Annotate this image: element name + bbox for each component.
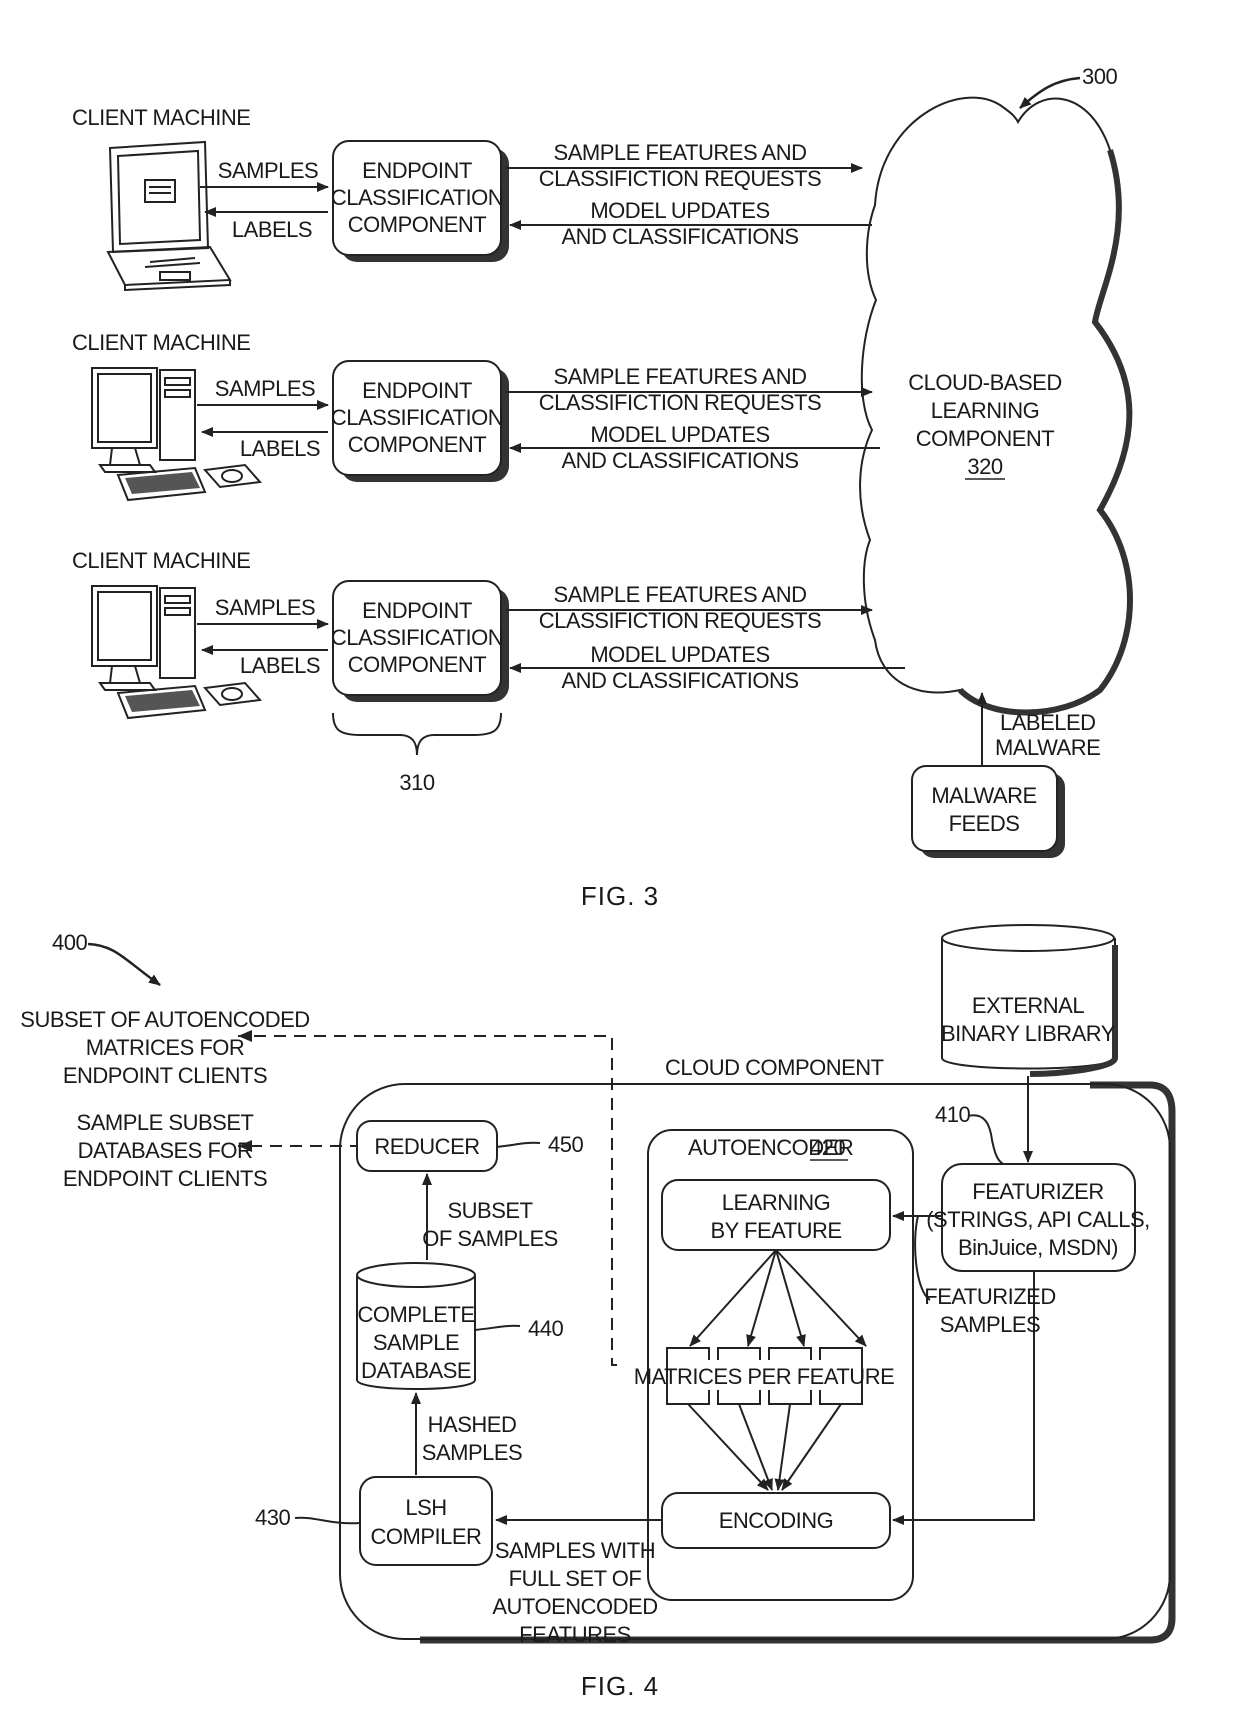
databases-output-line-1: SAMPLE SUBSET xyxy=(77,1110,254,1135)
external-library-line-1: EXTERNAL xyxy=(972,993,1084,1018)
labels-label: LABELS xyxy=(240,436,320,461)
reducer-ref: 450 xyxy=(548,1132,583,1157)
fig3-row-1: CLIENT MACHINE SAMPLES LABELS ENDPOINT C… xyxy=(72,105,872,292)
samples-label: SAMPLES xyxy=(215,376,315,401)
up-line-2: CLASSIFICTION REQUESTS xyxy=(539,390,821,415)
databases-output-line-3: ENDPOINT CLIENTS xyxy=(63,1166,267,1191)
endpoint-line-2: CLASSIFICATION xyxy=(331,185,503,210)
feature-arrow xyxy=(689,1249,777,1347)
up-line-2: CLASSIFICTION REQUESTS xyxy=(539,608,821,633)
endpoint-line-1: ENDPOINT xyxy=(362,158,472,183)
client-machine-label: CLIENT MACHINE xyxy=(72,548,250,573)
full-set-line-2: FULL SET OF xyxy=(509,1566,642,1591)
subset-line-1: SUBSET xyxy=(447,1198,532,1223)
malware-feeds-box xyxy=(911,765,1058,852)
matrices-output-line-1: SUBSET OF AUTOENCODED xyxy=(20,1007,309,1032)
down-line-1: MODEL UPDATES xyxy=(590,642,769,667)
endpoint-line-3: COMPONENT xyxy=(348,432,487,457)
down-line-2: AND CLASSIFICATIONS xyxy=(561,668,798,693)
ref-arrow-400 xyxy=(87,942,161,987)
malware-feeds-line-2: FEEDS xyxy=(949,811,1020,836)
malware-feeds-line-1: MALWARE xyxy=(931,783,1036,808)
fig3-row-2: CLIENT MACHINE SAMPLES LABELS ENDPOINT C… xyxy=(72,330,880,502)
database-line-3: DATABASE xyxy=(361,1358,471,1383)
featurizer-line-2: (STRINGS, API CALLS, xyxy=(926,1207,1150,1232)
endpoint-line-2: CLASSIFICATION xyxy=(331,405,503,430)
down-line-2: AND CLASSIFICATIONS xyxy=(561,448,798,473)
samples-label: SAMPLES xyxy=(215,595,315,620)
cloud-label-line-1: CLOUD-BASED xyxy=(908,370,1061,395)
featurizer-line-3: BinJuice, MSDN) xyxy=(958,1235,1118,1260)
fig3-ref-number: 300 xyxy=(1082,64,1117,89)
full-set-line-3: AUTOENCODED xyxy=(492,1594,657,1619)
lsh-ref: 430 xyxy=(255,1505,290,1530)
fig4-ref-number: 400 xyxy=(52,930,87,955)
database-ref: 440 xyxy=(528,1316,563,1341)
samples-label: SAMPLES xyxy=(218,158,318,183)
fig3: 300 CLOUD-BASED LEARNING COMPONENT 320 C… xyxy=(72,64,1133,911)
lsh-line-1: LSH xyxy=(405,1495,446,1520)
cloud-label-line-3: COMPONENT xyxy=(916,426,1055,451)
endpoint-line-2: CLASSIFICATION xyxy=(331,625,503,650)
cloud-ref: 320 xyxy=(967,454,1002,479)
up-line-1: SAMPLE FEATURES AND xyxy=(554,364,807,389)
up-line-1: SAMPLE FEATURES AND xyxy=(554,582,807,607)
featurized-line-1: FEATURIZED xyxy=(924,1284,1055,1309)
encoding-arrow xyxy=(774,1403,791,1491)
fig4-caption: FIG. 4 xyxy=(581,1671,659,1701)
up-line-1: SAMPLE FEATURES AND xyxy=(554,140,807,165)
hashed-line-2: SAMPLES xyxy=(422,1440,522,1465)
featurized-line-2: SAMPLES xyxy=(940,1312,1040,1337)
reducer-label: REDUCER xyxy=(374,1134,479,1159)
learning-line-2: BY FEATURE xyxy=(710,1218,841,1243)
bracket-310 xyxy=(332,712,502,756)
full-set-line-4: FEATURES xyxy=(519,1622,631,1647)
client-machine-label: CLIENT MACHINE xyxy=(72,105,250,130)
databases-output-line-2: DATABASES FOR xyxy=(78,1138,253,1163)
matrices-output-line-2: MATRICES FOR xyxy=(86,1035,245,1060)
cloud-label-line-2: LEARNING xyxy=(931,398,1039,423)
labels-label: LABELS xyxy=(240,653,320,678)
matrices-output-line-3: ENDPOINT CLIENTS xyxy=(63,1063,267,1088)
featurizer-line-1: FEATURIZER xyxy=(972,1179,1103,1204)
lsh-compiler-box xyxy=(359,1476,493,1566)
laptop-icon xyxy=(106,140,232,292)
endpoint-line-3: COMPONENT xyxy=(348,652,487,677)
encoding-label: ENCODING xyxy=(719,1508,834,1533)
hashed-line-1: HASHED xyxy=(428,1412,517,1437)
patent-figures: 300 CLOUD-BASED LEARNING COMPONENT 320 C… xyxy=(20,64,1176,1701)
external-library-line-2: BINARY LIBRARY xyxy=(941,1021,1116,1046)
learning-line-1: LEARNING xyxy=(722,1190,830,1215)
endpoint-line-3: COMPONENT xyxy=(348,212,487,237)
endpoint-line-1: ENDPOINT xyxy=(362,598,472,623)
labeled-malware-line-1: LABELED xyxy=(1000,710,1096,735)
matrices-label: MATRICES PER FEATURE xyxy=(634,1364,895,1389)
database-line-2: SAMPLE xyxy=(373,1330,459,1355)
database-line-1: COMPLETE xyxy=(357,1302,474,1327)
fig3-row-3: CLIENT MACHINE SAMPLES LABELS ENDPOINT C… xyxy=(72,548,905,720)
down-line-1: MODEL UPDATES xyxy=(590,198,769,223)
bracket-ref: 310 xyxy=(399,770,434,795)
lsh-line-2: COMPILER xyxy=(371,1524,482,1549)
encoding-arrow xyxy=(781,1403,842,1491)
full-set-line-1: SAMPLES WITH xyxy=(495,1538,655,1563)
labels-label: LABELS xyxy=(232,217,312,242)
fig3-caption: FIG. 3 xyxy=(581,881,659,911)
endpoint-line-1: ENDPOINT xyxy=(362,378,472,403)
down-line-1: MODEL UPDATES xyxy=(590,422,769,447)
cloud-learning-component: CLOUD-BASED LEARNING COMPONENT 320 xyxy=(859,96,1133,716)
fig4: 400 SUBSET OF AUTOENCODED MATRICES FOR E… xyxy=(20,924,1176,1701)
complete-sample-database: COMPLETE SAMPLE DATABASE xyxy=(356,1262,476,1390)
cloud-component-label: CLOUD COMPONENT xyxy=(665,1055,884,1080)
matrices-per-feature: MATRICES PER FEATURE xyxy=(634,1347,895,1405)
up-line-2: CLASSIFICTION REQUESTS xyxy=(539,166,821,191)
labeled-malware-line-2: MALWARE xyxy=(995,735,1100,760)
client-machine-label: CLIENT MACHINE xyxy=(72,330,250,355)
external-binary-library-database: EXTERNAL BINARY LIBRARY xyxy=(941,924,1118,1077)
autoencoder-ref: 420 xyxy=(810,1135,845,1160)
down-line-2: AND CLASSIFICATIONS xyxy=(561,224,798,249)
subset-line-2: OF SAMPLES xyxy=(422,1226,558,1251)
featurizer-ref: 410 xyxy=(935,1102,970,1127)
